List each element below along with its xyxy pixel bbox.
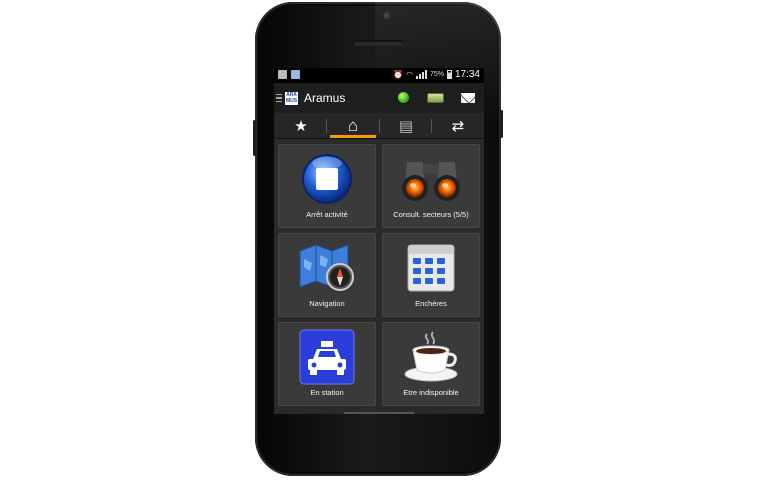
alarm-icon: ⏰ bbox=[393, 70, 403, 79]
front-camera bbox=[383, 12, 391, 20]
tile-label: Consult. secteurs (5/5) bbox=[393, 210, 469, 219]
binoculars-icon bbox=[402, 162, 460, 201]
battery-icon bbox=[446, 70, 452, 79]
earpiece-speaker bbox=[353, 40, 403, 46]
tab-favorites[interactable]: ★ bbox=[276, 113, 326, 139]
tile-stop-activity[interactable]: Arrêt activité bbox=[278, 144, 376, 228]
tab-divider bbox=[379, 119, 380, 133]
tab-divider bbox=[326, 119, 327, 133]
signal-icon bbox=[415, 70, 427, 79]
app-logo[interactable]: ARA MUS bbox=[285, 91, 298, 105]
image-icon bbox=[278, 70, 287, 79]
calendar-grid-icon bbox=[407, 244, 455, 292]
tab-home[interactable]: ⌂ bbox=[328, 113, 378, 139]
tile-en-station[interactable]: En station bbox=[278, 322, 376, 406]
tile-consult-sectors[interactable]: Consult. secteurs (5/5) bbox=[382, 144, 480, 228]
tile-label: Arrêt activité bbox=[306, 210, 348, 219]
phone-screen: ⏰ ◠ 75% 17:34 ARA MUS Aramus ★ ⌂ ▤ ⇄ Arr… bbox=[274, 68, 484, 414]
notification-icon bbox=[291, 70, 300, 79]
tile-navigation[interactable]: Navigation bbox=[278, 233, 376, 317]
power-button bbox=[500, 110, 503, 138]
battery-percent: 75% bbox=[429, 71, 444, 78]
tab-documents[interactable]: ▤ bbox=[381, 113, 431, 139]
stop-button-icon bbox=[302, 154, 352, 204]
tile-label: Etre indisponible bbox=[403, 388, 459, 397]
menu-icon[interactable] bbox=[276, 93, 282, 103]
tab-divider bbox=[431, 119, 432, 133]
star-icon: ★ bbox=[294, 118, 308, 135]
map-compass-icon bbox=[299, 244, 354, 291]
status-online-icon[interactable] bbox=[398, 92, 409, 103]
mail-icon[interactable] bbox=[461, 93, 475, 103]
volume-button bbox=[253, 120, 256, 156]
coffee-cup-icon bbox=[404, 331, 458, 382]
taxi-icon bbox=[299, 329, 355, 385]
tile-auctions[interactable]: Enchères bbox=[382, 233, 480, 317]
swap-icon: ⇄ bbox=[451, 118, 465, 135]
tile-label: En station bbox=[310, 388, 344, 397]
app-bar: ARA MUS Aramus bbox=[274, 83, 484, 113]
tile-unavailable[interactable]: Etre indisponible bbox=[382, 322, 480, 406]
action-grid: Arrêt activité Consult. secteurs (5/5) N… bbox=[274, 140, 484, 414]
tile-label: Navigation bbox=[309, 299, 345, 308]
taxi-sign-icon[interactable] bbox=[427, 93, 444, 103]
clock: 17:34 bbox=[454, 69, 480, 80]
home-icon: ⌂ bbox=[347, 116, 359, 135]
wifi-icon: ◠ bbox=[405, 70, 413, 79]
document-icon: ▤ bbox=[398, 118, 414, 135]
tile-label: Enchères bbox=[415, 299, 447, 308]
status-bar: ⏰ ◠ 75% 17:34 bbox=[274, 68, 484, 83]
tab-transfer[interactable]: ⇄ bbox=[433, 113, 483, 139]
tab-bar: ★ ⌂ ▤ ⇄ bbox=[274, 113, 484, 139]
scroll-indicator bbox=[344, 412, 414, 414]
app-title: Aramus bbox=[304, 91, 346, 105]
